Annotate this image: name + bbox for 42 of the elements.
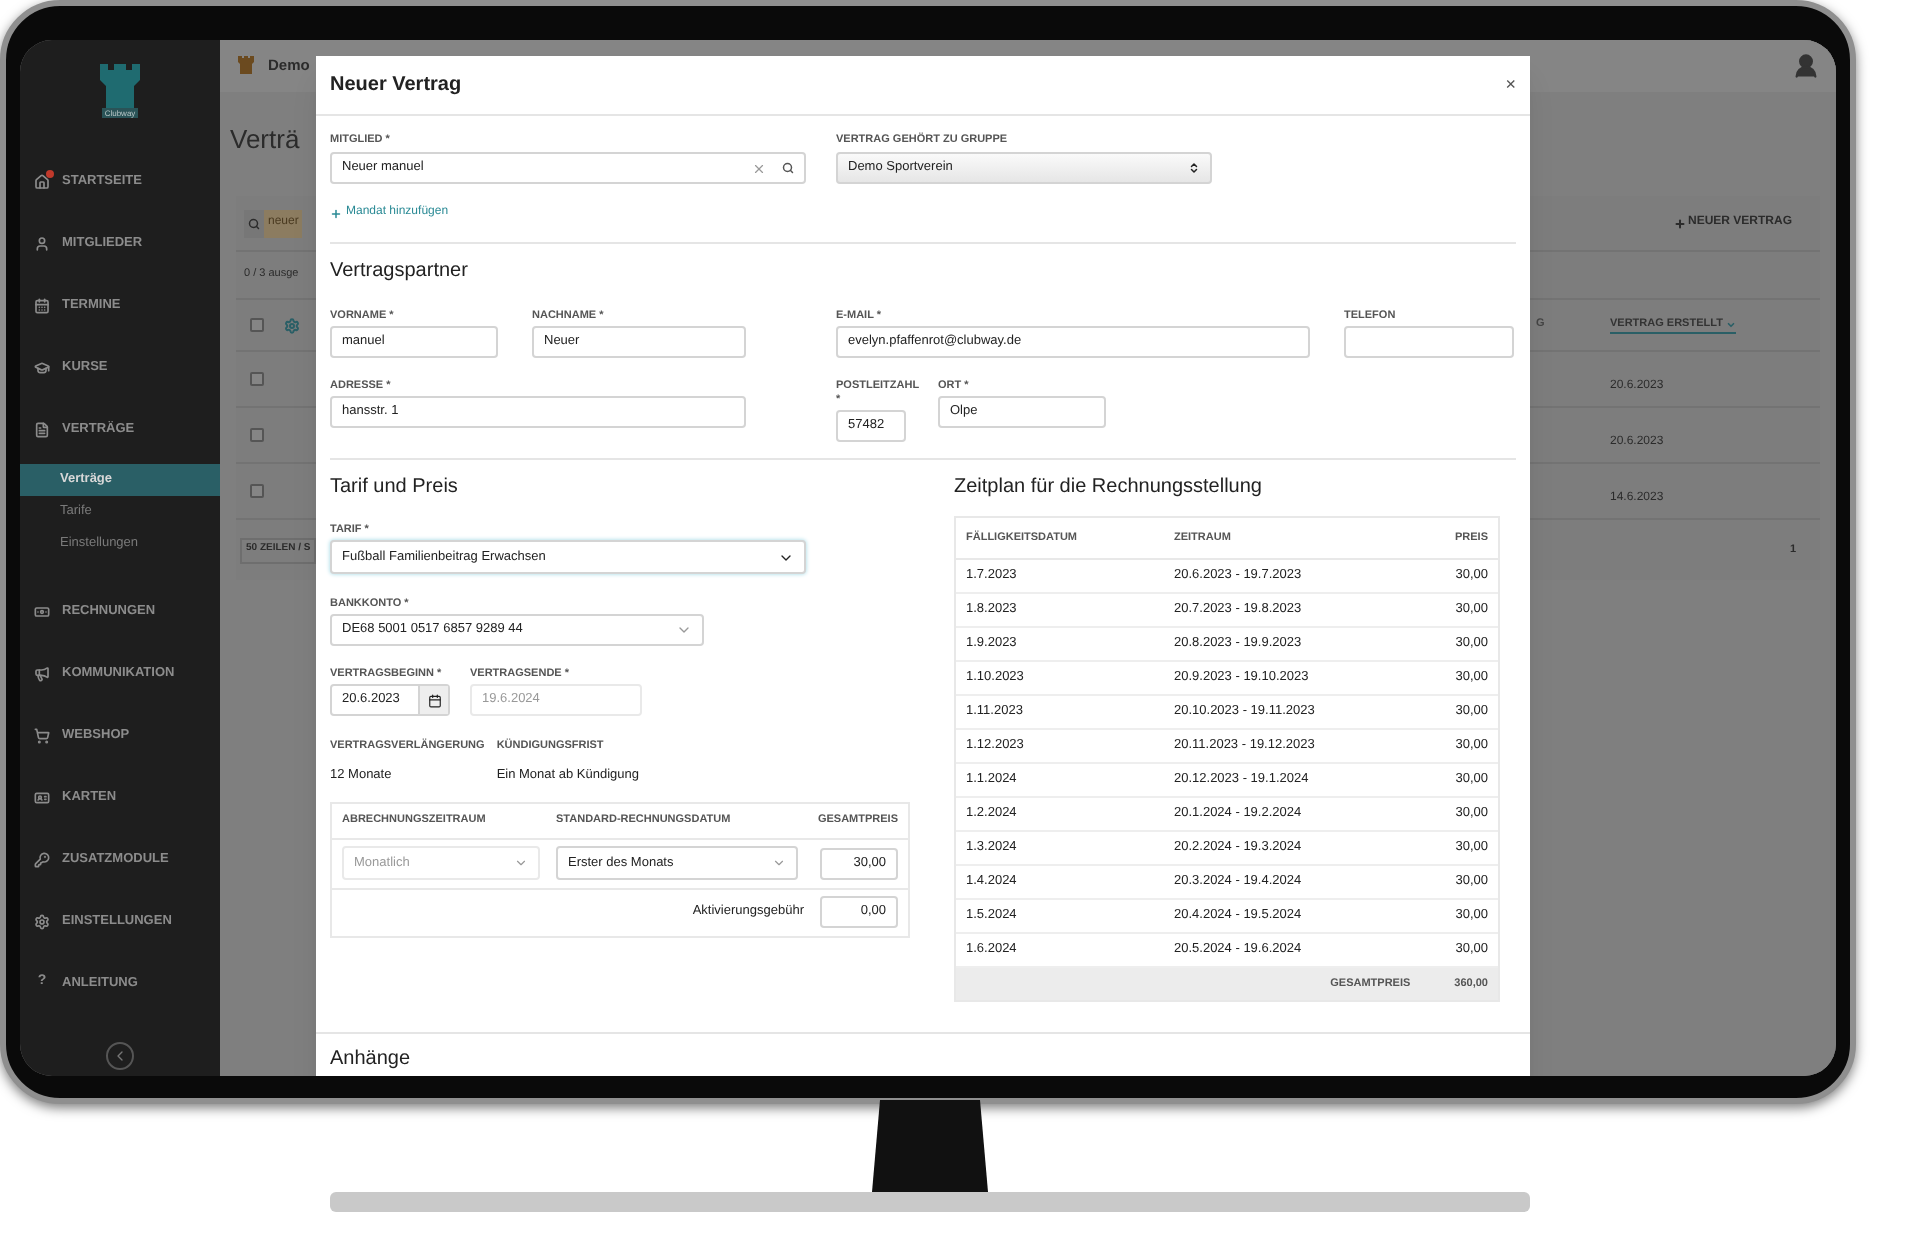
id-card-icon: [34, 789, 50, 805]
calendar-icon: [34, 297, 50, 313]
search-button[interactable]: [244, 209, 264, 237]
section-heading: Zeitplan für die Rechnungsstellung: [954, 476, 1264, 500]
calendar-button[interactable]: [418, 686, 448, 714]
chevron-down-icon: [676, 622, 692, 638]
search-icon: [248, 217, 260, 229]
close-button[interactable]: ×: [1505, 76, 1516, 94]
dialog-title: Neuer Vertrag: [330, 72, 462, 100]
home-icon: [34, 173, 50, 189]
section-heading: Vertragspartner: [330, 260, 470, 284]
checkbox[interactable]: [250, 318, 264, 332]
calendar-icon: [427, 693, 441, 707]
avatar-icon[interactable]: [1792, 52, 1820, 80]
cart-icon: [34, 727, 50, 743]
plus-icon: [1673, 217, 1686, 229]
chevron-left-icon: [112, 1048, 128, 1064]
banknote-icon: [34, 603, 50, 619]
document-icon: [34, 421, 50, 437]
chevron-down-icon: [772, 856, 786, 871]
gear-icon[interactable]: [284, 317, 300, 333]
user-icon: [34, 235, 50, 251]
key-icon: [34, 851, 50, 867]
section-heading: Tarif und Preis: [330, 476, 460, 500]
section-heading: Anhänge: [328, 1048, 413, 1072]
collapse-button[interactable]: [106, 1042, 134, 1070]
rook-logo-icon: [94, 63, 146, 107]
updown-arrows-icon: [1188, 162, 1200, 174]
checkbox[interactable]: [250, 372, 264, 386]
sort-caret-icon: [1726, 319, 1737, 329]
plus-icon: [330, 207, 342, 219]
megaphone-icon: [34, 665, 50, 681]
settings-icon: [34, 913, 50, 929]
search-icon[interactable]: [782, 162, 794, 174]
graduation-cap-icon: [34, 359, 50, 375]
chevron-down-icon: [514, 856, 528, 871]
checkbox[interactable]: [250, 428, 264, 442]
input-field[interactable]: [1344, 326, 1514, 358]
rook-icon: [236, 56, 256, 76]
page-title: Verträ: [230, 124, 300, 158]
clear-icon[interactable]: [752, 161, 766, 175]
checkbox[interactable]: [250, 484, 264, 498]
